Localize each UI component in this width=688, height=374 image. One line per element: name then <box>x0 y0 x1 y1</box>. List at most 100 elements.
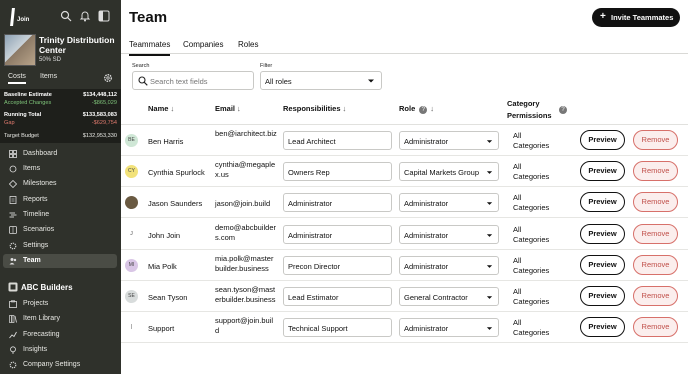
role-filter-select[interactable]: All roles <box>260 71 382 90</box>
search-label: Search <box>132 63 150 69</box>
gear-icon[interactable] <box>103 73 113 83</box>
info-icon[interactable]: ? <box>419 106 428 114</box>
nav-label: Company Settings <box>23 361 81 368</box>
table-row: CY Cynthia Spurlock cynthia@megaplex.us Own… <box>121 156 688 188</box>
preview-button[interactable]: Preview <box>580 286 625 306</box>
column-header-email[interactable]: Email ↓ <box>215 104 241 113</box>
remove-button[interactable]: Remove <box>633 223 678 244</box>
role-select[interactable]: Administrator <box>399 224 499 244</box>
role-select[interactable]: Administrator <box>399 193 499 213</box>
nav-team[interactable]: Team <box>3 254 117 268</box>
sidebar-tabs: Costs Items <box>0 70 121 86</box>
tab-teammates[interactable]: Teammates <box>129 40 171 56</box>
panel-toggle-icon[interactable] <box>98 10 110 22</box>
responsibility-input[interactable]: Administrator <box>283 224 392 244</box>
sidebar-tab-items[interactable]: Items <box>40 73 57 80</box>
role-select[interactable]: Administrator <box>399 131 499 150</box>
column-header-role[interactable]: Role? ↓ <box>399 104 434 114</box>
responsibility-input[interactable]: Lead Estimator <box>283 287 392 306</box>
avatar: SE <box>125 290 138 303</box>
nav-label: Dashboard <box>23 150 58 157</box>
nav-item-library[interactable]: Item Library <box>0 312 121 326</box>
avatar: MI <box>125 258 138 272</box>
teammate-name: Mia Polk <box>148 261 177 271</box>
nav-label: Reports <box>23 196 48 203</box>
nav-timeline[interactable]: Timeline <box>0 208 121 222</box>
preview-button[interactable]: Preview <box>580 161 625 182</box>
fin-gap: Gap -$629,754 <box>4 120 117 126</box>
nav-milestones[interactable]: Milestones <box>0 177 121 191</box>
chevron-down-icon <box>368 79 374 83</box>
nav-company-settings[interactable]: Company Settings <box>0 358 121 372</box>
dashboard-icon <box>9 150 17 158</box>
info-icon[interactable]: ? <box>559 106 567 114</box>
filter-label: Filter <box>260 63 273 69</box>
search-field[interactable] <box>132 71 254 90</box>
invite-label: Invite Teammates <box>611 13 674 22</box>
financial-summary: Baseline Estimate $134,448,112 Accepted C… <box>0 89 121 143</box>
nav-forecasting[interactable]: Forecasting <box>0 328 121 342</box>
sort-arrow-icon: ↓ <box>430 104 435 113</box>
main-content: Team + Invite Teammates Teammates Compan… <box>121 0 688 374</box>
remove-button[interactable]: Remove <box>633 130 678 150</box>
avatar: | <box>125 321 138 335</box>
responsibility-input[interactable]: Lead Architect <box>283 131 392 150</box>
remove-button[interactable]: Remove <box>633 192 678 213</box>
responsibility-input[interactable]: Owners Rep <box>283 162 392 182</box>
remove-button[interactable]: Remove <box>633 161 678 182</box>
project-stage: 50% SD <box>39 57 62 63</box>
tab-companies[interactable]: Companies <box>183 40 223 49</box>
responsibility-input[interactable]: Administrator <box>283 193 392 213</box>
nav-label: Projects <box>23 300 49 307</box>
table-row: J John Join demo@abcbuilders.com Administra… <box>121 219 688 250</box>
role-select[interactable]: Capital Markets Group <box>399 162 499 182</box>
remove-button[interactable]: Remove <box>633 317 678 338</box>
role-select[interactable]: General Contractor <box>399 287 499 306</box>
team-icon <box>9 258 17 265</box>
nav-settings[interactable]: Settings <box>0 239 121 253</box>
preview-button[interactable]: Preview <box>580 223 625 244</box>
nav-projects[interactable]: Projects <box>0 297 121 311</box>
company-name[interactable]: ABC Builders <box>21 283 73 292</box>
invite-teammates-button[interactable]: + Invite Teammates <box>592 8 680 27</box>
preview-button[interactable]: Preview <box>580 192 625 213</box>
nav-dashboard[interactable]: Dashboard <box>0 147 121 161</box>
preview-button[interactable]: Preview <box>580 254 625 275</box>
tab-roles[interactable]: Roles <box>238 40 258 49</box>
table-row: MI Mia Polk mia.polk@masterbuilder.busines… <box>121 250 688 281</box>
nav-insights[interactable]: Insights <box>0 343 121 357</box>
avatar: CY <box>125 165 138 179</box>
scenarios-icon <box>9 226 17 234</box>
category-permissions: All Categories <box>513 131 550 150</box>
role-select[interactable]: Administrator <box>399 318 499 338</box>
join-logo[interactable]: Join <box>8 6 30 28</box>
project-card[interactable]: Trinity Distribution Center 50% SD <box>4 34 118 68</box>
responsibility-input[interactable]: Precon Director <box>283 255 392 275</box>
column-header-responsibilities[interactable]: Responsibilities ↓ <box>283 104 346 113</box>
avatar: BE <box>125 134 138 147</box>
responsibility-input[interactable]: Technical Support <box>283 318 392 338</box>
bell-icon[interactable] <box>79 10 91 22</box>
sidebar-tab-costs[interactable]: Costs <box>8 73 26 84</box>
preview-button[interactable]: Preview <box>580 317 625 338</box>
preview-button[interactable]: Preview <box>580 130 625 150</box>
filter-value: All roles <box>265 77 292 86</box>
nav-items[interactable]: Items <box>0 162 121 176</box>
search-icon[interactable] <box>60 10 72 22</box>
insights-icon <box>10 346 16 354</box>
teammate-email: jason@join.build <box>215 199 271 209</box>
timeline-icon <box>9 212 17 218</box>
remove-button[interactable]: Remove <box>633 254 678 275</box>
search-icon <box>138 76 148 86</box>
nav-scenarios[interactable]: Scenarios <box>0 223 121 237</box>
column-header-category-permissions: Category Permissions <box>507 99 552 120</box>
chevron-down-icon <box>486 327 493 330</box>
column-header-name[interactable]: Name ↓ <box>148 104 174 113</box>
remove-button[interactable]: Remove <box>633 286 678 306</box>
search-input[interactable] <box>150 75 250 87</box>
role-select[interactable]: Administrator <box>399 255 499 275</box>
nav-reports[interactable]: Reports <box>0 193 121 207</box>
teammate-name: Ben Harris <box>148 137 184 146</box>
nav-label: Items <box>23 165 41 172</box>
forecasting-icon <box>9 331 17 339</box>
